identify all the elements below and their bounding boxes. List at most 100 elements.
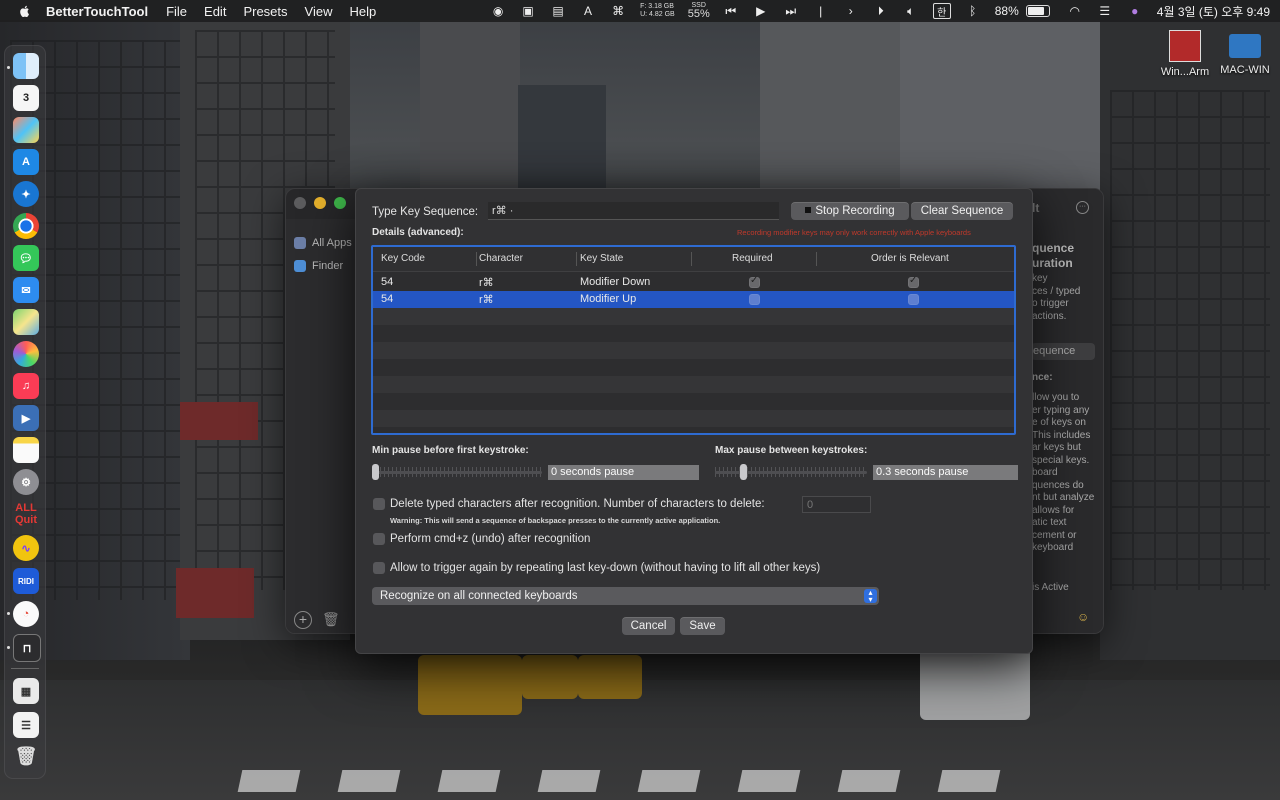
menu-presets[interactable]: Presets xyxy=(243,4,287,19)
ssd-value: 55% xyxy=(687,8,710,20)
ridi-icon[interactable]: RIDI xyxy=(13,568,39,594)
desc-line: key xyxy=(1032,273,1048,284)
repeat-trigger-checkbox[interactable] xyxy=(373,562,385,574)
min-pause-value-field[interactable]: 0 seconds pause xyxy=(548,465,699,480)
siri-icon[interactable]: ● xyxy=(1127,4,1143,18)
input-method-icon[interactable]: 한 xyxy=(932,3,951,19)
photos-icon[interactable] xyxy=(13,341,39,367)
column-key-state[interactable]: Key State xyxy=(580,253,623,264)
istat-icon[interactable]: ◔ xyxy=(13,601,39,627)
table-row-selected[interactable]: 54 r⌘ Modifier Up xyxy=(373,291,1014,308)
order-relevant-checkbox[interactable] xyxy=(908,294,919,305)
safari-icon[interactable]: ✦ xyxy=(13,181,39,207)
column-key-code[interactable]: Key Code xyxy=(381,253,425,264)
system-preferences-icon[interactable]: ⚙ xyxy=(13,469,39,495)
clock[interactable]: 4월 3일 (토) 오후 9:49 xyxy=(1157,3,1270,20)
app-menu-name[interactable]: BetterTouchTool xyxy=(46,4,148,19)
add-app-icon[interactable]: + xyxy=(294,611,312,629)
screenshot-icon[interactable]: ▣ xyxy=(520,4,536,18)
menu-edit[interactable]: Edit xyxy=(204,4,226,19)
order-relevant-checkbox[interactable] xyxy=(908,275,919,288)
calendar-icon[interactable]: 3 xyxy=(13,85,39,111)
ssd-stat[interactable]: SSD 55% xyxy=(688,2,710,20)
next-track-icon[interactable]: ⏭ xyxy=(783,4,799,18)
messages-icon[interactable]: 💬︎ xyxy=(13,245,39,271)
delete-characters-checkbox[interactable] xyxy=(373,498,385,510)
required-checkbox[interactable] xyxy=(749,294,760,305)
emoji-icon[interactable]: ☺ xyxy=(1077,610,1089,624)
minimize-window-button[interactable] xyxy=(314,197,326,209)
menu-file[interactable]: File xyxy=(166,4,187,19)
document-icon[interactable]: ☰ xyxy=(13,712,39,738)
keyboard-select[interactable]: Recognize on all connected keyboards ▴ ▾ xyxy=(372,587,879,605)
finder-icon[interactable] xyxy=(13,53,39,79)
btt-icon[interactable]: ▤ xyxy=(550,4,566,18)
chevron-right-icon[interactable]: › xyxy=(843,4,859,18)
play-icon[interactable]: ▶ xyxy=(753,4,769,18)
more-options-icon[interactable]: ··· xyxy=(1076,201,1089,214)
volume-icon[interactable]: 🔈︎ xyxy=(903,4,919,18)
sidebar-item-finder[interactable]: Finder xyxy=(294,260,343,272)
slider-knob[interactable] xyxy=(372,464,379,480)
app-store-icon[interactable]: A xyxy=(13,149,39,175)
right-panel-subheading: nce: xyxy=(1032,372,1053,383)
control-center-icon[interactable]: ☰ xyxy=(1097,4,1113,18)
desktop-icon-win-arm[interactable]: Win...Arm xyxy=(1155,30,1215,78)
empty-row xyxy=(373,342,1014,359)
battery-percent[interactable]: 88% xyxy=(995,4,1019,18)
stop-recording-button[interactable]: Stop Recording xyxy=(791,202,909,220)
music-icon[interactable]: ♫ xyxy=(13,373,39,399)
launchpad-icon[interactable] xyxy=(13,117,39,143)
bluetooth-icon[interactable]: ᛒ xyxy=(965,4,981,18)
delete-warning: Warning: This will send a sequence of ba… xyxy=(390,516,721,525)
close-window-button[interactable] xyxy=(294,197,306,209)
maps-icon[interactable] xyxy=(13,309,39,335)
menu-bar: BetterTouchTool File Edit Presets View H… xyxy=(0,0,1280,22)
clear-sequence-button[interactable]: Clear Sequence xyxy=(911,202,1013,220)
apple-menu-icon[interactable] xyxy=(18,4,32,18)
table-header: Key Code Character Key State Required Or… xyxy=(373,247,1014,272)
keynote-icon[interactable]: ▶ xyxy=(13,405,39,431)
column-order-relevant[interactable]: Order is Relevant xyxy=(871,253,949,264)
play-circle-icon[interactable]: ⏵ xyxy=(873,4,889,18)
column-character[interactable]: Character xyxy=(479,253,523,264)
chrome-icon[interactable] xyxy=(13,213,39,239)
battery-icon[interactable] xyxy=(1025,5,1050,17)
sidebar-item-all-apps[interactable]: All Apps xyxy=(294,237,352,249)
slider-knob[interactable] xyxy=(740,464,747,480)
column-required[interactable]: Required xyxy=(732,253,773,264)
max-pause-value-field[interactable]: 0.3 seconds pause xyxy=(873,465,1018,480)
save-button[interactable]: Save xyxy=(680,617,725,635)
screen-capture-icon[interactable]: ▦ xyxy=(13,678,39,704)
required-checkbox[interactable] xyxy=(749,275,760,288)
max-pause-slider[interactable] xyxy=(715,463,867,481)
wifi-icon[interactable]: ◠ xyxy=(1067,4,1083,18)
menu-view[interactable]: View xyxy=(305,4,333,19)
table-row[interactable]: 54 r⌘ Modifier Down xyxy=(373,274,1014,291)
min-pause-slider[interactable] xyxy=(372,463,542,481)
right-panel-description: key ces / typed o trigger actions. xyxy=(1032,273,1080,323)
desktop-icon-mac-win[interactable]: MAC-WIN xyxy=(1214,30,1276,76)
menu-help[interactable]: Help xyxy=(349,4,376,19)
text-tool-icon[interactable]: A xyxy=(580,4,596,18)
mask-icon[interactable]: ◉ xyxy=(490,4,506,18)
record-sequence-button[interactable]: equence xyxy=(1031,343,1095,360)
trash-icon[interactable]: 🗑︎ xyxy=(13,743,39,769)
delete-count-placeholder: 0 xyxy=(807,499,814,511)
previous-track-icon[interactable]: ⏮ xyxy=(723,4,739,18)
delete-count-field[interactable]: 0 xyxy=(802,496,871,513)
right-panel-heading-line: uration xyxy=(1032,256,1073,270)
cancel-button[interactable]: Cancel xyxy=(622,617,675,635)
mail-icon[interactable]: ✉ xyxy=(13,277,39,303)
all-quit-icon[interactable]: ALL Quit xyxy=(13,501,39,527)
delete-app-icon[interactable]: 🗑︎ xyxy=(322,611,340,628)
notes-icon[interactable] xyxy=(13,437,39,463)
key-sequence-field[interactable]: r⌘ · xyxy=(488,202,779,220)
zoom-window-button[interactable] xyxy=(334,197,346,209)
undo-checkbox[interactable] xyxy=(373,533,385,545)
bettertouchtool-icon[interactable]: ⊓ xyxy=(13,634,41,662)
help-line: special keys. xyxy=(1032,454,1090,466)
command-icon[interactable]: ⌘ xyxy=(610,4,626,18)
storage-stat[interactable]: F: 3.18 GB U: 4.82 GB xyxy=(640,3,675,19)
audio-wave-icon[interactable]: ∿ xyxy=(13,535,39,561)
